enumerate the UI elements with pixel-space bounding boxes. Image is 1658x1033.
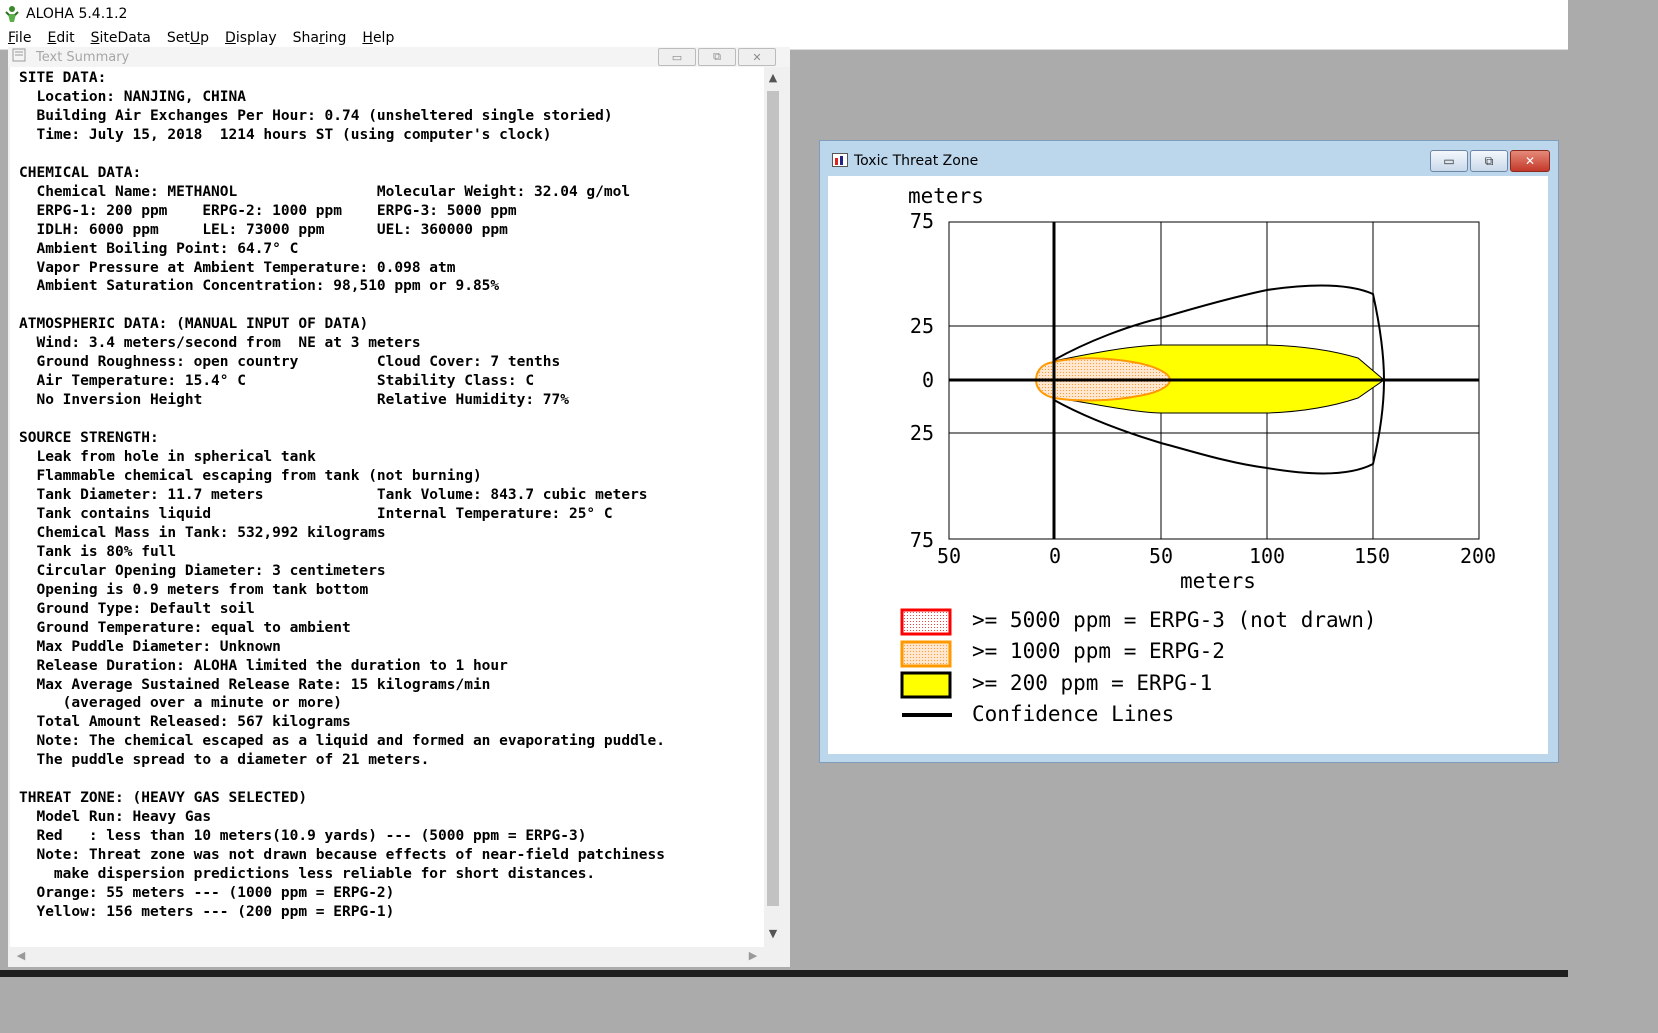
close-icon: ✕: [1524, 154, 1536, 168]
x-unit-label: meters: [1180, 569, 1256, 593]
legend-swatch-erpg1: [900, 671, 952, 699]
app-titlebar: ALOHA 5.4.1.2: [0, 0, 1568, 27]
scroll-left-icon[interactable]: ◀: [12, 947, 30, 965]
text-summary-titlebar[interactable]: Text Summary ▭ ⧉ ✕: [8, 47, 790, 67]
scroll-right-icon[interactable]: ▶: [744, 947, 762, 965]
text-summary-body: SITE DATA: Location: NANJING, CHINA Buil…: [19, 70, 666, 920]
vertical-scrollbar[interactable]: ▲ ▼: [764, 67, 782, 947]
minimize-icon: ▭: [671, 50, 683, 64]
text-summary-window: Text Summary ▭ ⧉ ✕ SITE DATA: Location: …: [8, 47, 790, 967]
scroll-up-icon[interactable]: ▲: [764, 69, 782, 87]
menu-item[interactable]: Help: [354, 27, 402, 49]
close-icon: ✕: [752, 50, 762, 64]
y-tick-label: 75: [910, 528, 934, 552]
menu-item[interactable]: Display: [217, 27, 285, 49]
menu-item[interactable]: Edit: [39, 27, 82, 49]
app-title: ALOHA 5.4.1.2: [26, 5, 128, 22]
x-tick-label: 50: [937, 544, 961, 568]
threat-zone-title: Toxic Threat Zone: [854, 153, 979, 169]
menu-item[interactable]: SiteData: [83, 27, 159, 49]
legend-label: Confidence Lines: [972, 702, 1174, 726]
menu-item[interactable]: Sharing: [285, 27, 355, 49]
maximize-icon: ⧉: [713, 50, 721, 63]
threat-zone-window: Toxic Threat Zone ▭ ⧉ ✕ meters meters 75…: [819, 140, 1559, 763]
minimize-icon: ▭: [1443, 154, 1455, 168]
horizontal-scrollbar[interactable]: ◀ ▶: [10, 947, 764, 965]
maximize-icon: ⧉: [1484, 153, 1494, 168]
legend-swatch-erpg2: [900, 640, 952, 668]
text-summary-title: Text Summary: [36, 49, 130, 65]
threat-zone-plot-area: meters meters 75 25 0 25 75 50 0 50 100 …: [828, 176, 1548, 754]
y-tick-label: 0: [922, 368, 934, 392]
x-tick-label: 150: [1354, 544, 1390, 568]
threat-zone-titlebar[interactable]: Toxic Threat Zone ▭ ⧉ ✕: [820, 141, 1558, 175]
y-tick-label: 25: [910, 421, 934, 445]
maximize-button[interactable]: ⧉: [698, 48, 736, 66]
legend-label: >= 1000 ppm = ERPG-2: [972, 639, 1225, 663]
threat-zone-plot: meters meters 75 25 0 25 75 50 0 50 100 …: [900, 184, 1496, 726]
text-summary-content[interactable]: SITE DATA: Location: NANJING, CHINA Buil…: [10, 67, 764, 947]
minimize-button[interactable]: ▭: [658, 48, 696, 66]
x-tick-label: 0: [1049, 544, 1061, 568]
scroll-down-icon[interactable]: ▼: [764, 925, 782, 943]
x-tick-label: 200: [1460, 544, 1496, 568]
y-tick-label: 25: [910, 314, 934, 338]
chart-icon: [832, 153, 848, 167]
close-button[interactable]: ✕: [738, 48, 776, 66]
tz-close-button[interactable]: ✕: [1510, 150, 1550, 172]
legend-label: >= 5000 ppm = ERPG-3 (not drawn): [972, 608, 1377, 632]
x-tick-label: 100: [1249, 544, 1285, 568]
menu-item[interactable]: SetUp: [159, 27, 217, 49]
tz-minimize-button[interactable]: ▭: [1430, 150, 1468, 172]
scrollbar-thumb[interactable]: [767, 91, 779, 906]
y-unit-label: meters: [908, 184, 984, 208]
y-tick-label: 75: [910, 209, 934, 233]
tz-maximize-button[interactable]: ⧉: [1470, 150, 1508, 172]
legend-label: >= 200 ppm = ERPG-1: [972, 671, 1212, 695]
legend-swatch-erpg3: [900, 608, 952, 636]
menu-item[interactable]: File: [0, 27, 39, 49]
taskbar-edge: [0, 970, 1568, 977]
aloha-logo-icon: [5, 5, 19, 22]
x-tick-label: 50: [1149, 544, 1173, 568]
document-icon: [12, 48, 26, 62]
legend: >= 5000 ppm = ERPG-3 (not drawn) >= 1000…: [900, 608, 1377, 726]
